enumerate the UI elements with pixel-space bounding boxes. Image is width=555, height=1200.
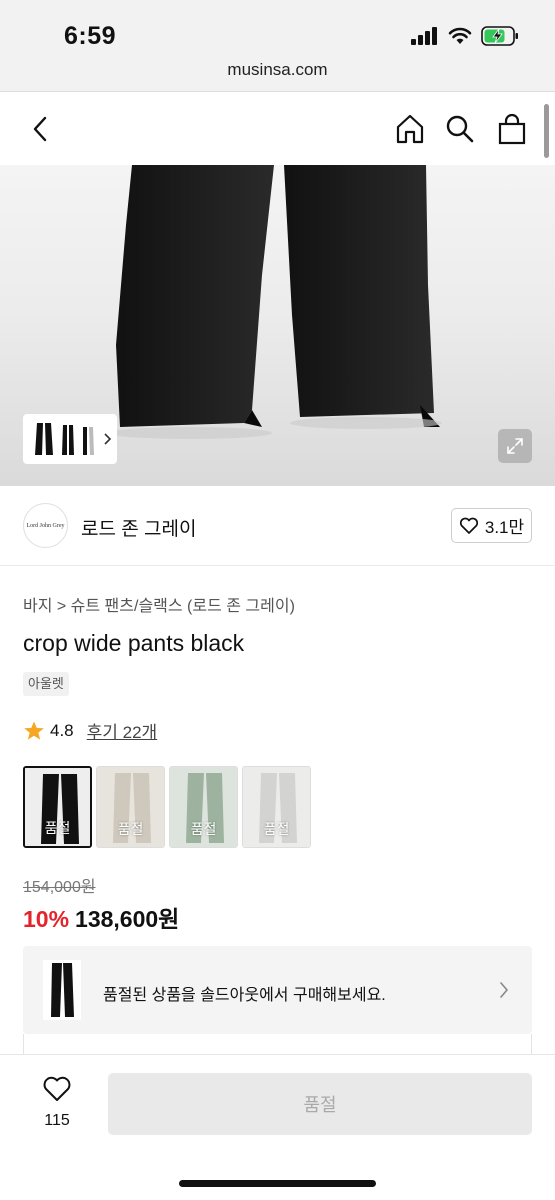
soldout-label: 품절 <box>44 820 71 836</box>
search-icon <box>446 115 474 143</box>
sale-price-row: 10% 138,600원 <box>23 900 179 934</box>
rating-row: 4.8 후기 22개 <box>23 718 157 743</box>
sale-price: 138,600원 <box>75 906 180 932</box>
home-indicator[interactable] <box>179 1180 376 1187</box>
chevron-right-icon <box>104 433 112 445</box>
expand-icon <box>507 438 523 454</box>
search-button[interactable] <box>442 111 478 147</box>
image-thumbnail-strip[interactable] <box>23 414 117 464</box>
buy-button[interactable]: 품절 <box>108 1073 532 1135</box>
breadcrumb[interactable]: 바지 > 슈트 팬츠/슬랙스 (로드 존 그레이) <box>23 592 295 616</box>
banner-text: 품절된 상품을 솔드아웃에서 구매해보세요. <box>103 987 386 1004</box>
wifi-icon <box>448 27 472 44</box>
reviews-link[interactable]: 후기 22개 <box>87 718 158 743</box>
clock: 6:59 <box>64 22 117 50</box>
expand-image-button[interactable] <box>498 429 532 463</box>
color-option-light-gray[interactable]: 품절 <box>242 766 311 848</box>
star-icon <box>24 721 44 740</box>
wishlist-button[interactable]: 115 <box>33 1075 81 1130</box>
battery-charging-icon <box>481 26 518 46</box>
color-option-beige[interactable]: 품절 <box>96 766 165 848</box>
banner-product-image <box>43 960 81 1020</box>
heart-icon <box>43 1076 71 1101</box>
bottom-purchase-bar: 115 품절 <box>0 1054 555 1200</box>
soldout-marketplace-banner[interactable]: 품절된 상품을 솔드아웃에서 구매해보세요. <box>23 946 532 1034</box>
color-option-black[interactable]: 품절 <box>23 766 92 848</box>
color-option-green[interactable]: 품절 <box>169 766 238 848</box>
soldout-label: 품절 <box>263 821 290 837</box>
rating-value: 4.8 <box>50 720 74 740</box>
top-navigation <box>0 93 555 165</box>
brand-row: Lord John Grey 로드 존 그레이 3.1만 <box>0 486 555 566</box>
soldout-label: 품절 <box>190 821 217 837</box>
home-icon <box>396 114 424 144</box>
shopping-bag-icon <box>498 113 526 145</box>
chevron-right-icon <box>500 982 509 998</box>
browser-status-bar: 6:59 musinsa.com <box>0 0 555 92</box>
brand-like-button[interactable]: 3.1만 <box>451 508 532 543</box>
brand-logo[interactable]: Lord John Grey <box>23 503 68 548</box>
address-bar-url[interactable]: musinsa.com <box>0 60 555 80</box>
thumbnail-image <box>35 423 94 455</box>
system-indicators <box>411 26 519 46</box>
discount-rate: 10% <box>23 906 70 932</box>
brand-name[interactable]: 로드 존 그레이 <box>81 514 196 541</box>
outlet-tag: 아울렛 <box>23 672 69 696</box>
product-title: crop wide pants black <box>23 630 245 656</box>
heart-icon <box>459 517 478 534</box>
original-price: 154,000원 <box>23 879 96 896</box>
scroll-indicator[interactable] <box>544 104 549 158</box>
home-button[interactable] <box>392 111 428 147</box>
wishlist-count: 115 <box>44 1112 70 1129</box>
color-options: 품절 품절 품절 품절 <box>23 766 311 848</box>
chevron-left-icon <box>33 116 47 142</box>
brand-like-count: 3.1만 <box>484 518 525 537</box>
signal-icon <box>411 27 437 45</box>
soldout-label: 품절 <box>117 821 144 837</box>
back-button[interactable] <box>22 111 58 147</box>
cart-button[interactable] <box>494 111 530 147</box>
